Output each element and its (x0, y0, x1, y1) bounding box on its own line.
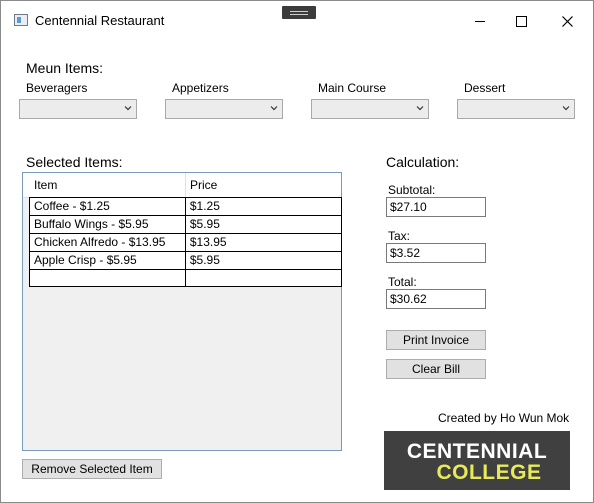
dessert-dropdown[interactable] (457, 99, 575, 119)
logo-line-2: COLLEGE (436, 461, 542, 484)
total-label: Total: (388, 275, 417, 289)
appetizers-label: Appetizers (172, 81, 229, 95)
chevron-down-icon (416, 106, 424, 111)
window-title: Centennial Restaurant (35, 13, 165, 28)
appetizers-dropdown[interactable] (165, 99, 283, 119)
selected-items-grid: Coffee - $1.25 $1.25 Buffalo Wings - $5.… (29, 197, 343, 287)
title-bar[interactable]: Centennial Restaurant (1, 1, 593, 39)
close-icon (561, 15, 573, 27)
tax-field[interactable]: $3.52 (386, 243, 486, 263)
beverages-dropdown[interactable] (19, 99, 137, 119)
minimize-button[interactable] (467, 9, 493, 33)
subtotal-label: Subtotal: (388, 183, 436, 197)
close-button[interactable] (554, 9, 580, 33)
item-cell: Apple Crisp - $5.95 (29, 251, 186, 270)
main-course-label: Main Course (318, 81, 387, 95)
item-cell (29, 269, 186, 287)
total-field[interactable]: $30.62 (386, 289, 486, 309)
subtotal-field[interactable]: $27.10 (386, 197, 486, 217)
table-row[interactable] (29, 269, 343, 287)
price-cell: $1.25 (184, 197, 343, 216)
price-cell: $5.95 (184, 251, 343, 270)
maximize-icon (515, 15, 527, 27)
tax-label: Tax: (388, 229, 411, 243)
table-row[interactable]: Buffalo Wings - $5.95 $5.95 (29, 215, 343, 234)
minimize-icon (475, 20, 485, 22)
list-header: Item Price (23, 173, 341, 198)
price-cell: $5.95 (184, 215, 343, 234)
table-row[interactable]: Coffee - $1.25 $1.25 (29, 197, 343, 216)
app-window-icon (14, 14, 28, 26)
print-invoice-button[interactable]: Print Invoice (386, 330, 486, 350)
main-course-dropdown[interactable] (311, 99, 429, 119)
selected-items-heading: Selected Items: (26, 154, 123, 170)
item-cell: Buffalo Wings - $5.95 (29, 215, 186, 234)
menu-items-heading: Meun Items: (26, 60, 104, 76)
clear-bill-button[interactable]: Clear Bill (386, 359, 486, 379)
maximize-button[interactable] (508, 9, 534, 33)
app-window: Centennial Restaurant Meun Items: Bevera… (0, 0, 594, 503)
creator-credit: Created by Ho Wun Mok (438, 411, 570, 425)
chevron-down-icon (562, 106, 570, 111)
calculation-heading: Calculation: (386, 154, 460, 170)
item-cell: Chicken Alfredo - $13.95 (29, 233, 186, 252)
centennial-college-logo: CENTENNIAL COLLEGE (384, 431, 570, 490)
dessert-label: Dessert (464, 81, 506, 95)
table-row[interactable]: Chicken Alfredo - $13.95 $13.95 (29, 233, 343, 252)
chevron-down-icon (270, 106, 278, 111)
drag-grip-icon[interactable] (282, 6, 316, 19)
table-row[interactable]: Apple Crisp - $5.95 $5.95 (29, 251, 343, 270)
remove-selected-item-button[interactable]: Remove Selected Item (22, 459, 162, 479)
selected-items-list[interactable]: Item Price Coffee - $1.25 $1.25 Buffalo … (22, 172, 343, 451)
chevron-down-icon (124, 106, 132, 111)
price-cell: $13.95 (184, 233, 343, 252)
beverages-label: Beveragers (26, 81, 88, 95)
price-cell (184, 269, 343, 287)
column-header-item[interactable]: Item (23, 173, 185, 197)
column-header-price[interactable]: Price (179, 173, 341, 197)
item-cell: Coffee - $1.25 (29, 197, 186, 216)
